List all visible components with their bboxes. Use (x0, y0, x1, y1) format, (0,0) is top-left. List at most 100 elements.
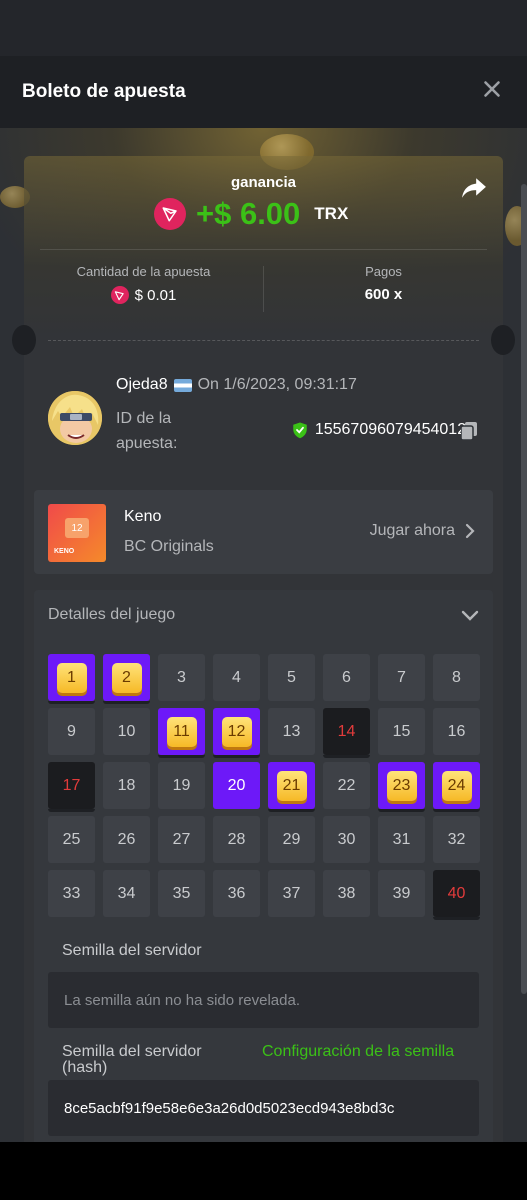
keno-cell: 3 (158, 654, 205, 701)
win-label: ganancia (230, 174, 297, 191)
keno-cell: 18 (103, 762, 150, 809)
bottom-bar (0, 1142, 527, 1200)
keno-cell: 23 (378, 762, 425, 812)
keno-cell: 26 (103, 816, 150, 863)
payout-stat: Pagos 600 x (264, 264, 503, 303)
game-card[interactable]: 12 KENO Keno BC Originals Jugar ahora (34, 490, 493, 574)
server-seed-field: La semilla aún no ha sido revelada. (48, 972, 479, 1028)
share-icon[interactable] (461, 176, 487, 200)
keno-cell: 34 (103, 870, 150, 917)
keno-cell: 27 (158, 816, 205, 863)
keno-cell: 16 (433, 708, 480, 755)
player-name[interactable]: Ojeda8 (116, 376, 168, 394)
bet-amount-stat: Cantidad de la apuesta $ 0.01 (24, 264, 263, 304)
server-hash-label: Semilla del servidor (hash) (62, 1043, 202, 1076)
keno-cell: 37 (268, 870, 315, 917)
bet-ticket-modal: Boleto de apuesta ganancia +$ 6.00 TRX C… (0, 56, 527, 1142)
game-name: Keno (124, 508, 162, 525)
bet-amount-value-row: $ 0.01 (24, 286, 263, 304)
bet-id-row: 155670960794540128 (291, 421, 475, 439)
keno-cell: 6 (323, 654, 370, 701)
bet-amount-value: $ 0.01 (134, 286, 177, 304)
keno-cell: 39 (378, 870, 425, 917)
keno-cell: 12 (213, 708, 260, 758)
flag-argentina-icon (173, 378, 192, 392)
keno-cell: 19 (158, 762, 205, 809)
ticket-summary: ganancia +$ 6.00 TRX Cantidad de la apue… (24, 156, 503, 340)
game-provider: BC Originals (124, 538, 214, 555)
keno-cell: 31 (378, 816, 425, 863)
keno-hit-gem: 2 (111, 662, 142, 693)
keno-cell: 33 (48, 870, 95, 917)
modal-title: Boleto de apuesta (22, 81, 186, 102)
bet-id-value: 155670960794540128 (314, 421, 475, 438)
keno-cell: 14 (323, 708, 370, 758)
keno-cell: 35 (158, 870, 205, 917)
bet-amount-label: Cantidad de la apuesta (76, 264, 211, 279)
trx-icon (154, 198, 186, 230)
keno-cell: 21 (268, 762, 315, 812)
ticket-notch (12, 325, 36, 355)
keno-thumb-label: KENO (54, 548, 75, 555)
keno-cell: 25 (48, 816, 95, 863)
keno-thumb-badge: 12 (65, 518, 89, 538)
top-bar (0, 0, 527, 56)
keno-cell: 29 (268, 816, 315, 863)
keno-cell: 28 (213, 816, 260, 863)
keno-cell: 1 (48, 654, 95, 704)
player-name-row: Ojeda8 On 1/6/2023, 09:31:17 (116, 376, 357, 394)
keno-hit-gem: 11 (166, 716, 197, 747)
keno-cell: 40 (433, 870, 480, 920)
server-hash-field[interactable]: 8ce5acbf91f9e58e6e3a26d0d5023ecd943e8bd3… (48, 1080, 479, 1136)
keno-cell: 32 (433, 816, 480, 863)
avatar[interactable] (48, 391, 102, 445)
play-now-link[interactable]: Jugar ahora (370, 522, 475, 540)
ticket-notch (491, 325, 515, 355)
keno-cell: 30 (323, 816, 370, 863)
scrollbar[interactable] (521, 184, 527, 994)
keno-cell: 38 (323, 870, 370, 917)
payout-label: Pagos (365, 264, 402, 279)
keno-hit-gem: 24 (441, 770, 472, 801)
seed-config-link[interactable]: Configuración de la semilla (262, 1044, 462, 1060)
keno-cell: 10 (103, 708, 150, 755)
game-details-panel: Detalles del juego 1 2 3 4 5 6 7 8 9 10 11 12 13 14 15… (34, 590, 493, 1142)
keno-cell: 8 (433, 654, 480, 701)
bet-date: On 1/6/2023, 09:31:17 (197, 376, 357, 393)
game-details-title: Detalles del juego (48, 606, 176, 623)
close-icon[interactable] (479, 76, 505, 102)
win-amount-row: +$ 6.00 TRX (154, 196, 348, 232)
keno-hit-gem: 1 (56, 662, 87, 693)
keno-hit-gem: 12 (221, 716, 252, 747)
divider (40, 249, 487, 250)
payout-value: 600 x (364, 286, 403, 303)
play-now-label: Jugar ahora (369, 522, 455, 539)
keno-cell: 11 (158, 708, 205, 758)
win-amount: +$ 6.00 (196, 196, 301, 231)
keno-cell: 4 (213, 654, 260, 701)
bet-id-label: ID de la apuesta: (116, 410, 178, 452)
keno-cell: 5 (268, 654, 315, 701)
keno-cell: 15 (378, 708, 425, 755)
keno-cell: 20 (213, 762, 260, 809)
keno-cell: 7 (378, 654, 425, 701)
chevron-down-icon[interactable] (461, 608, 479, 622)
keno-cell: 17 (48, 762, 95, 812)
keno-grid: 1 2 3 4 5 6 7 8 9 10 11 12 13 14 15 16 17 18 19 20 21 22 23 24 2… (48, 654, 480, 920)
keno-hit-gem: 23 (386, 770, 417, 801)
keno-hit-gem: 21 (276, 770, 307, 801)
dashed-divider (48, 340, 479, 341)
keno-cell: 13 (268, 708, 315, 755)
modal-header: Boleto de apuesta (0, 56, 527, 128)
win-currency: TRX (314, 204, 349, 223)
keno-cell: 9 (48, 708, 95, 755)
keno-cell: 36 (213, 870, 260, 917)
keno-cell: 24 (433, 762, 480, 812)
shield-check-icon (293, 422, 307, 439)
trx-icon (110, 286, 129, 304)
keno-cell: 22 (323, 762, 370, 809)
chevron-right-icon (465, 523, 475, 539)
copy-icon[interactable] (461, 422, 477, 440)
keno-thumbnail[interactable]: 12 KENO (48, 504, 106, 562)
server-seed-label: Semilla del servidor (62, 942, 202, 959)
